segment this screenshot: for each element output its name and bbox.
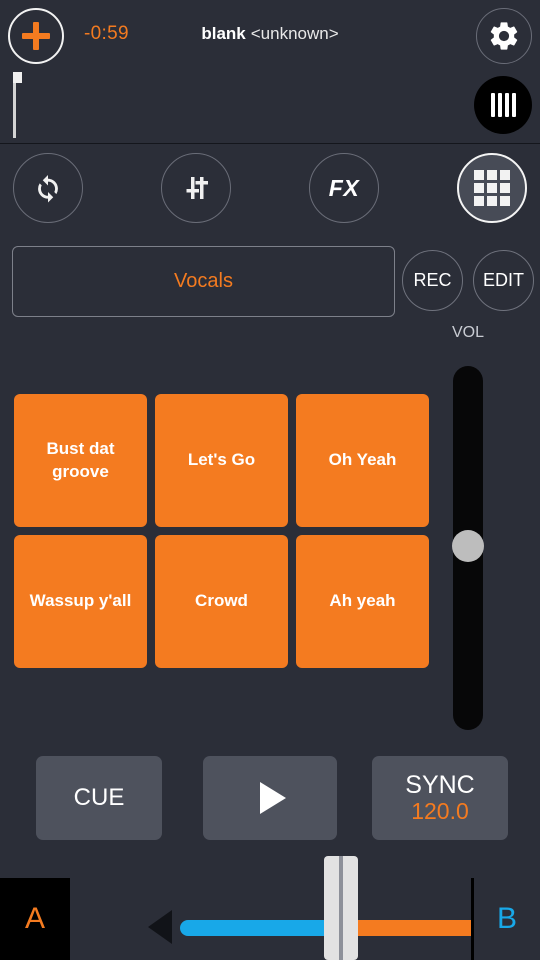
- mode-toolbar: FX: [0, 145, 540, 238]
- sample-pad[interactable]: Crowd: [155, 535, 288, 668]
- sample-pad[interactable]: Ah yeah: [296, 535, 429, 668]
- fx-label: FX: [328, 174, 360, 201]
- edit-button[interactable]: EDIT: [473, 250, 534, 311]
- volume-slider-thumb[interactable]: [452, 530, 484, 562]
- sample-pad-grid: Bust dat groove Let's Go Oh Yeah Wassup …: [14, 394, 429, 668]
- edit-label: EDIT: [482, 270, 524, 290]
- gear-icon: [490, 22, 518, 50]
- bpm-value: 120.0: [411, 797, 469, 824]
- deck-a-label: A: [24, 902, 45, 935]
- sample-bank-selector[interactable]: Vocals: [12, 246, 395, 317]
- sample-pad[interactable]: Bust dat groove: [14, 394, 147, 527]
- grid-icon: [474, 170, 510, 206]
- sample-pad[interactable]: Wassup y'all: [14, 535, 147, 668]
- sample-pad[interactable]: Let's Go: [155, 394, 288, 527]
- beat-bar-4-icon: [511, 93, 516, 117]
- sample-pad[interactable]: Oh Yeah: [296, 394, 429, 527]
- sync-button[interactable]: SYNC 120.0: [372, 756, 508, 840]
- volume-label: VOL: [451, 324, 484, 341]
- rec-button[interactable]: REC: [402, 250, 463, 311]
- sample-bank-row: Vocals REC EDIT: [0, 246, 540, 318]
- grid-button[interactable]: [457, 153, 527, 223]
- deck-b-indicator[interactable]: B: [471, 878, 540, 960]
- play-triangle-icon: [259, 782, 286, 814]
- cue-button[interactable]: CUE: [36, 756, 162, 840]
- track-title: blank <unknown>: [0, 24, 540, 44]
- beatgrid-button[interactable]: [474, 76, 532, 134]
- waveform-display[interactable]: [0, 68, 475, 142]
- playhead-flag-icon: [13, 72, 22, 83]
- track-name: blank: [201, 24, 246, 43]
- crossfader-thumb-line: [339, 856, 343, 960]
- cue-label: CUE: [73, 784, 125, 811]
- track-artist: <unknown>: [250, 24, 339, 43]
- beat-bar-2-icon: [497, 93, 502, 117]
- transport-controls: CUE SYNC 120.0: [0, 756, 540, 840]
- crossfader-thumb[interactable]: [324, 856, 358, 960]
- crossfader-bar: A B: [0, 856, 540, 960]
- play-button[interactable]: [203, 756, 337, 840]
- eq-button[interactable]: [161, 153, 231, 223]
- deck-a-indicator[interactable]: A: [0, 878, 70, 960]
- sample-bank-name: Vocals: [174, 270, 233, 292]
- header-bar: -0:59 blank <unknown>: [0, 0, 540, 144]
- loop-icon: [38, 174, 58, 203]
- sync-label: SYNC: [405, 770, 475, 799]
- crossfader-fill-a: [180, 920, 340, 936]
- rec-label: REC: [413, 270, 452, 290]
- crossfader-area[interactable]: [70, 856, 532, 960]
- beat-bar-3-icon: [504, 93, 509, 117]
- settings-button[interactable]: [476, 8, 532, 64]
- loop-button[interactable]: [13, 153, 83, 223]
- deck-b-label: B: [496, 902, 517, 935]
- eq-sliders-icon: [186, 177, 208, 199]
- fx-button[interactable]: FX: [309, 153, 379, 223]
- beat-bar-1-icon: [490, 93, 495, 117]
- left-arrow-icon[interactable]: [148, 910, 172, 944]
